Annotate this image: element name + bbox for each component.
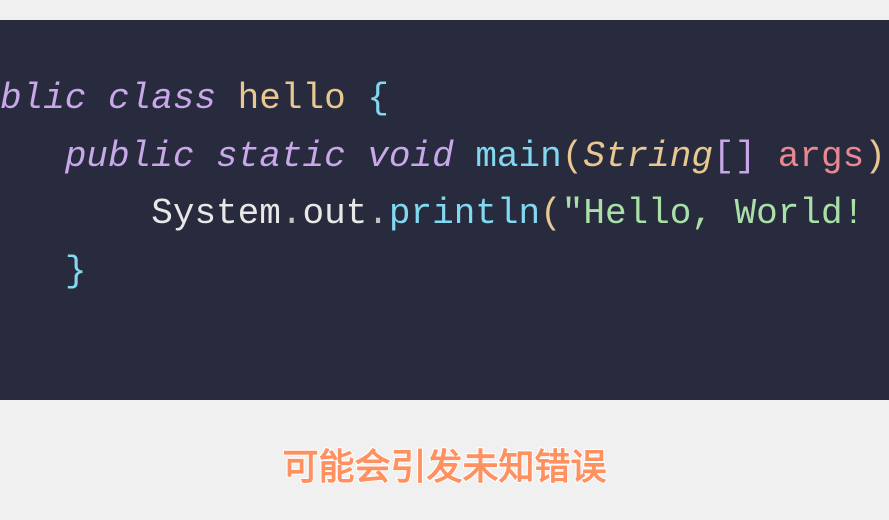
code-line-4: } (0, 243, 889, 301)
code-editor-panel: blic class hello { public static void ma… (0, 20, 889, 400)
dot-operator: . (367, 193, 389, 234)
dot-operator: . (281, 193, 303, 234)
keyword-class: class (108, 78, 216, 119)
method-identifier: main (475, 136, 561, 177)
object-system: System (151, 193, 281, 234)
keyword-void: void (367, 136, 453, 177)
keyword-static: static (216, 136, 346, 177)
property-out: out (302, 193, 367, 234)
open-paren: ( (540, 193, 562, 234)
open-brace: { (367, 78, 389, 119)
code-line-2: public static void main(String[] args) (0, 128, 889, 186)
param-args: args (778, 136, 864, 177)
class-identifier: hello (238, 78, 346, 119)
indent (0, 251, 65, 292)
keyword-public: public (65, 136, 195, 177)
subtitle-caption: 可能会引发未知错误 (282, 438, 606, 490)
code-line-1: blic class hello { (0, 70, 889, 128)
close-bracket: ] (735, 136, 757, 177)
close-paren: ) (864, 136, 886, 177)
keyword-public: blic (0, 78, 86, 119)
method-println: println (389, 193, 540, 234)
open-bracket: [ (713, 136, 735, 177)
open-paren: ( (562, 136, 584, 177)
string-literal: "Hello, World! (562, 193, 864, 234)
code-line-3: System.out.println("Hello, World! (0, 185, 889, 243)
indent (0, 136, 65, 177)
indent (0, 193, 151, 234)
type-string: String (583, 136, 713, 177)
close-brace: } (65, 251, 87, 292)
